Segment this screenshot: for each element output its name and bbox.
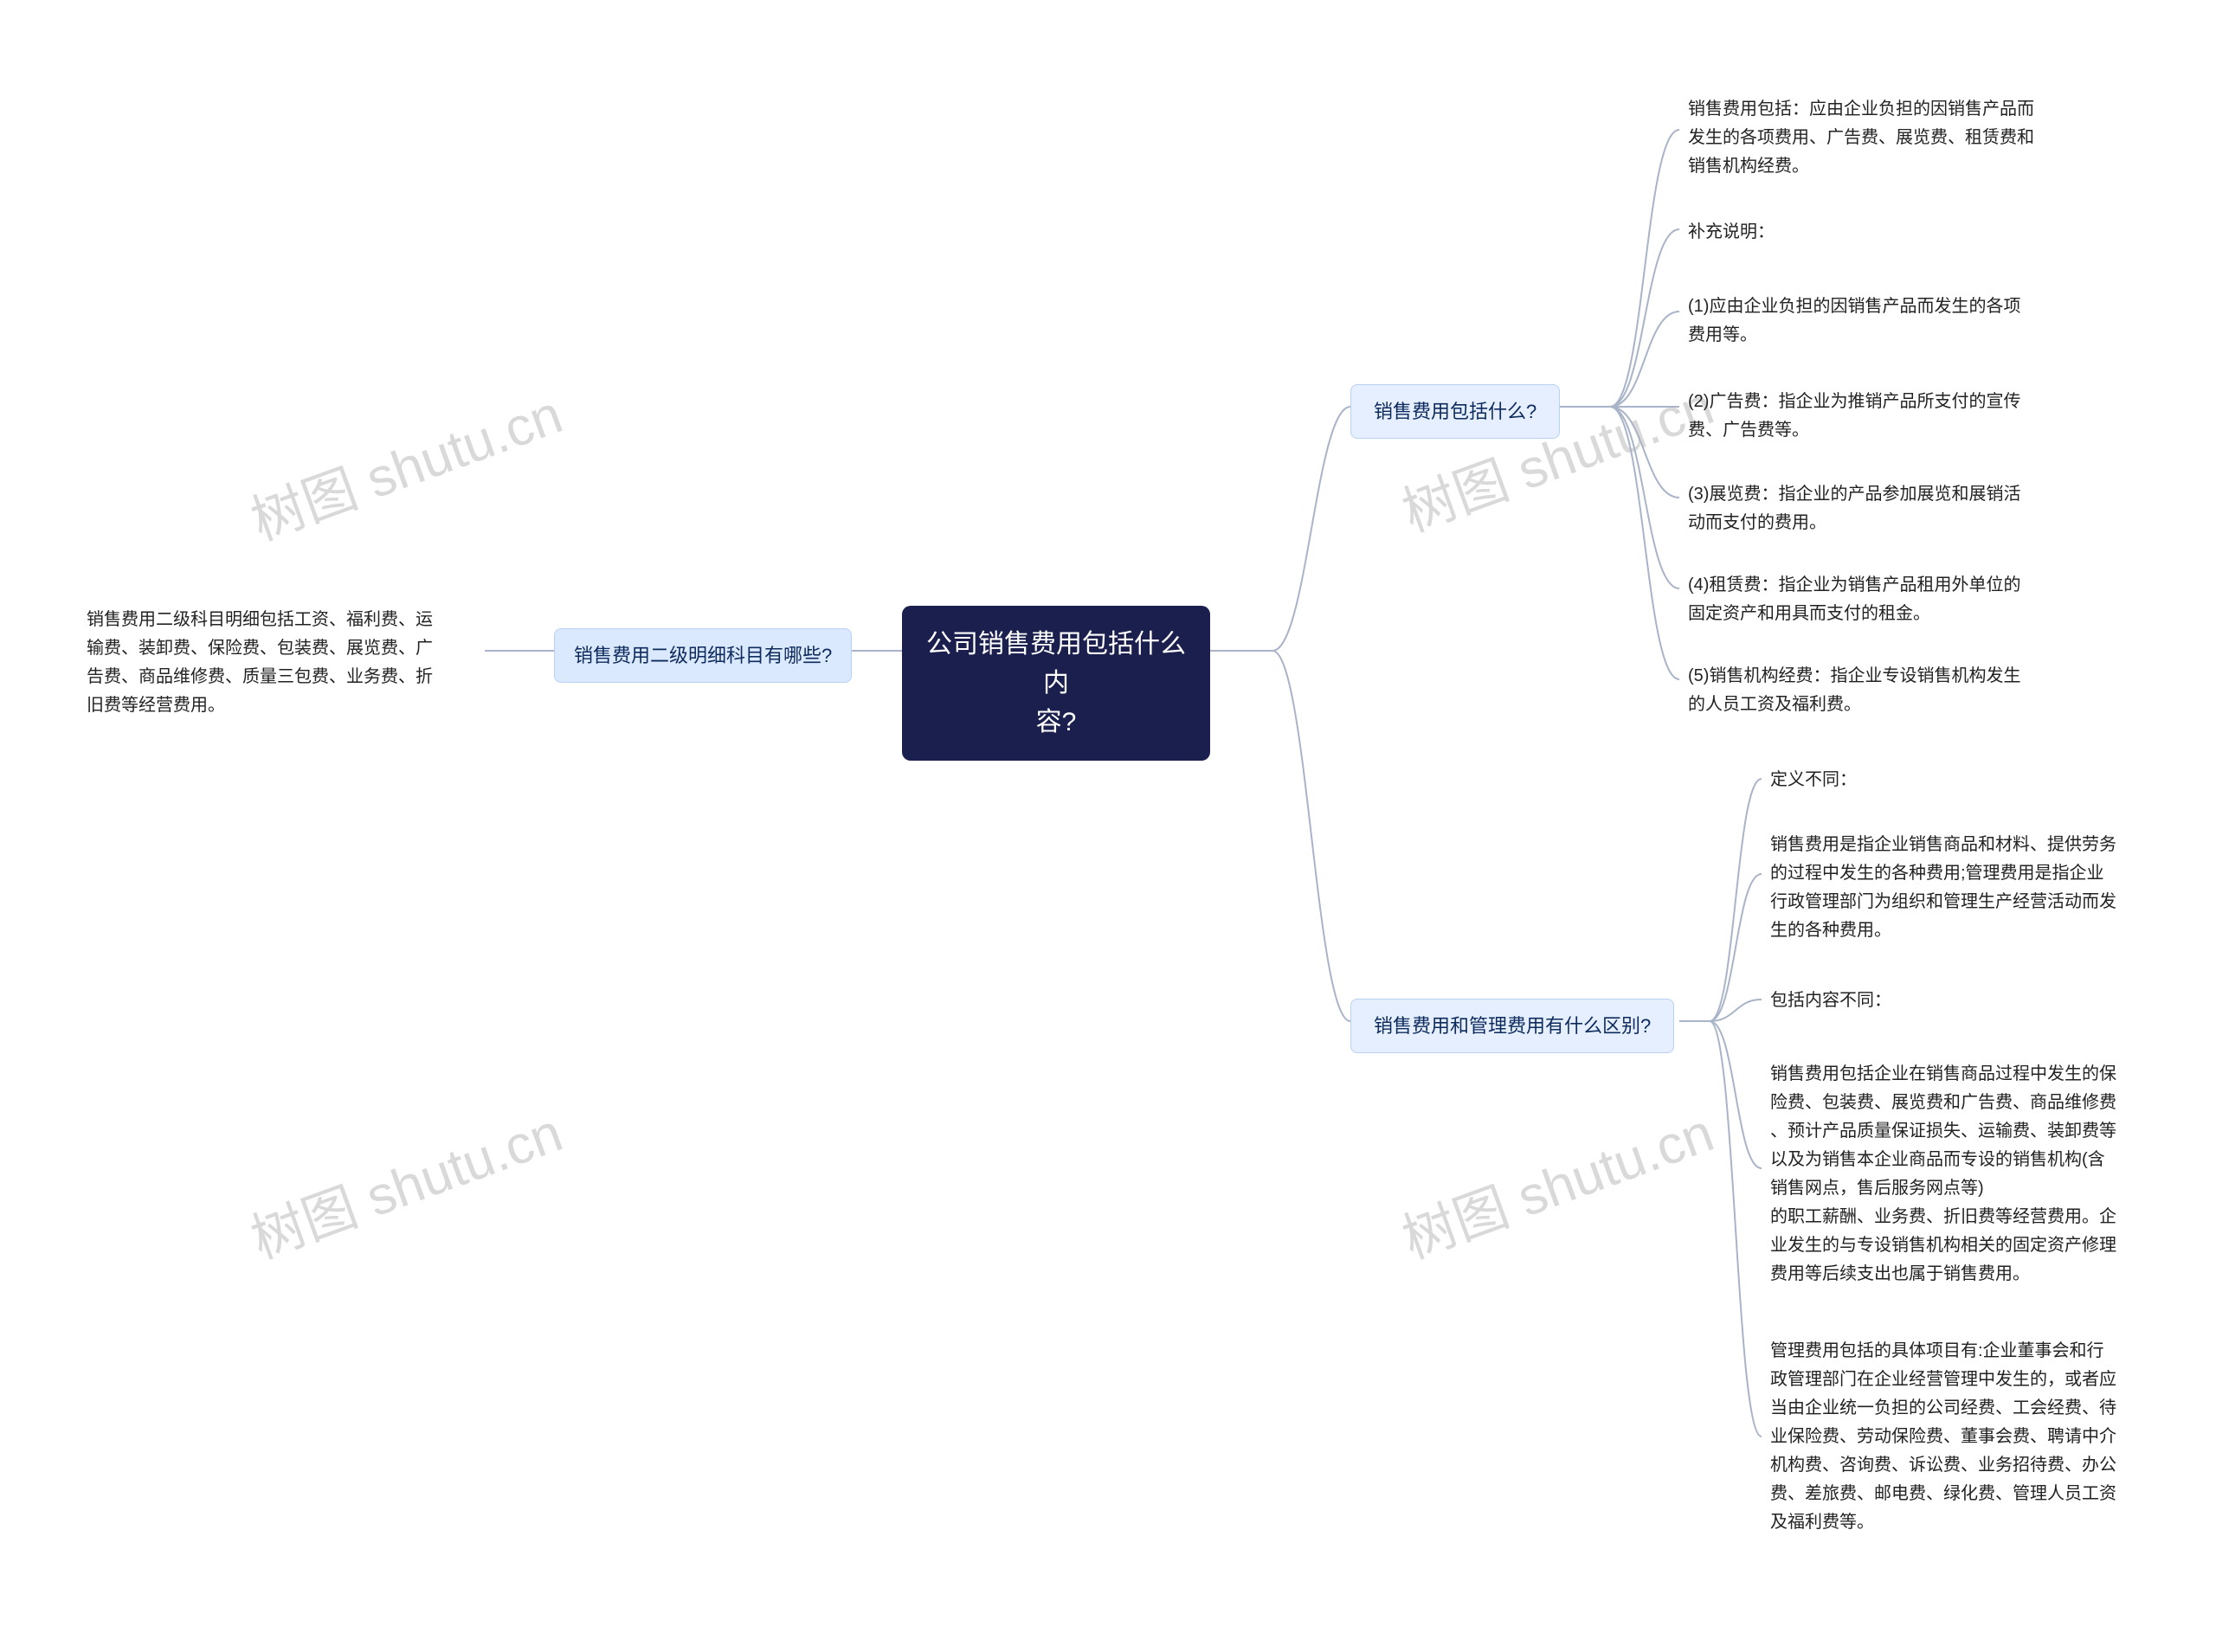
branch-what-includes[interactable]: 销售费用包括什么? xyxy=(1350,384,1560,439)
branch-sub-accounts[interactable]: 销售费用二级明细科目有哪些? xyxy=(554,628,852,683)
leaf-r1-3: (2)广告费：指企业为推销产品所支付的宣传费、广告费等。 xyxy=(1688,388,2069,445)
leaf-r2-2: 包括内容不同： xyxy=(1770,987,2142,1015)
leaf-r1-5: (4)租赁费：指企业为销售产品租用外单位的固定资产和用具而支付的租金。 xyxy=(1688,571,2069,628)
leaf-r2-3: 销售费用包括企业在销售商品过程中发生的保险费、包装费、展览费和广告费、商品维修费… xyxy=(1770,1060,2142,1289)
watermark: 树图 shutu.cn xyxy=(239,1089,571,1273)
leaf-r1-0: 销售费用包括：应由企业负担的因销售产品而发生的各项费用、广告费、展览费、租赁费和… xyxy=(1688,95,2069,181)
leaf-sub-accounts-detail: 销售费用二级科目明细包括工资、福利费、运输费、装卸费、保险费、包装费、展览费、广… xyxy=(87,606,485,720)
branch-vs-mgmt-cost[interactable]: 销售费用和管理费用有什么区别? xyxy=(1350,999,1674,1053)
leaf-r1-1: 补充说明： xyxy=(1688,218,2069,247)
leaf-r2-4: 管理费用包括的具体项目有:企业董事会和行政管理部门在企业经营管理中发生的，或者应… xyxy=(1770,1337,2142,1537)
leaf-r1-4: (3)展览费：指企业的产品参加展览和展销活动而支付的费用。 xyxy=(1688,480,2069,537)
leaf-r2-1: 销售费用是指企业销售商品和材料、提供劳务的过程中发生的各种费用;管理费用是指企业… xyxy=(1770,831,2142,945)
leaf-r2-0: 定义不同： xyxy=(1770,766,2142,794)
watermark: 树图 shutu.cn xyxy=(239,370,571,555)
leaf-r1-6: (5)销售机构经费：指企业专设销售机构发生的人员工资及福利费。 xyxy=(1688,662,2069,719)
watermark: 树图 shutu.cn xyxy=(1390,1089,1723,1273)
leaf-r1-2: (1)应由企业负担的因销售产品而发生的各项费用等。 xyxy=(1688,292,2069,350)
root-node[interactable]: 公司销售费用包括什么内容? xyxy=(902,606,1210,761)
